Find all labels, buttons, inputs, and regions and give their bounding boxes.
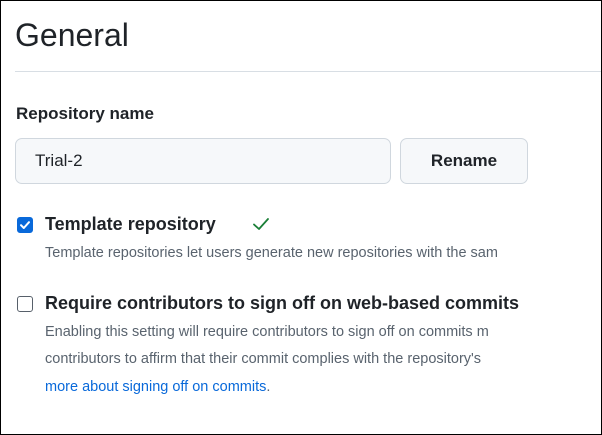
- sign-off-description-line3: more about signing off on commits.: [45, 376, 270, 398]
- template-repository-description: Template repositories let users generate…: [45, 245, 498, 261]
- checkmark-icon: [20, 221, 30, 229]
- repository-name-label: Repository name: [16, 104, 154, 123]
- check-icon: [253, 218, 269, 230]
- page-title: General: [15, 17, 129, 53]
- repository-name-input[interactable]: [15, 138, 391, 184]
- sign-off-checkbox[interactable]: [17, 296, 33, 312]
- signing-off-link[interactable]: more about signing off on commits: [45, 379, 266, 395]
- sign-off-label[interactable]: Require contributors to sign off on web-…: [45, 292, 519, 314]
- sign-off-description-line2: contributors to affirm that their commit…: [45, 351, 482, 367]
- sign-off-description-line1: Enabling this setting will require contr…: [45, 324, 489, 340]
- template-repository-label[interactable]: Template repository: [45, 213, 216, 235]
- template-repository-checkbox[interactable]: [17, 217, 33, 233]
- rename-button[interactable]: Rename: [400, 138, 528, 184]
- settings-panel: General Repository name Rename Template …: [0, 0, 602, 435]
- link-trailing-period: .: [266, 379, 271, 395]
- section-divider: [15, 71, 601, 72]
